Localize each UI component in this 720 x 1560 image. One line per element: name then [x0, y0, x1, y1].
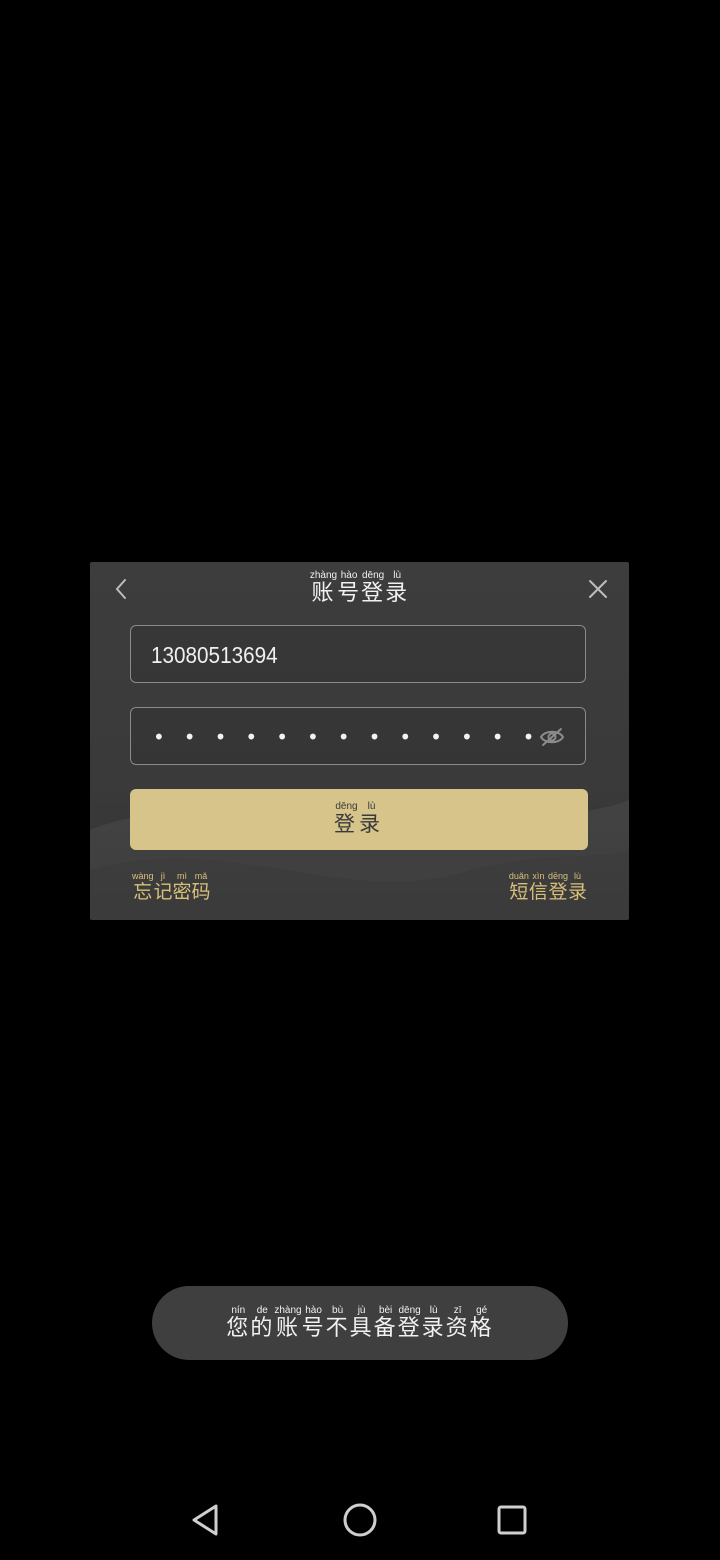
- pinyin-annotation: jù: [349, 1304, 374, 1316]
- ruby-char: 录lù: [421, 1304, 446, 1341]
- eye-off-icon[interactable]: [539, 725, 565, 749]
- pinyin-annotation: mǎ: [191, 871, 211, 881]
- circle-home-icon[interactable]: [340, 1500, 380, 1540]
- ruby-char: 登dēng: [547, 871, 568, 904]
- pinyin-annotation: jì: [153, 871, 173, 881]
- ruby-char: 账zhàng: [309, 570, 338, 607]
- ruby-char: 号hào: [337, 570, 362, 607]
- ruby-char: 格gé: [469, 1304, 494, 1341]
- pinyin-annotation: gé: [469, 1304, 494, 1316]
- sms-login-link[interactable]: 短duǎn信xìn登dēng录lù: [509, 872, 587, 904]
- pinyin-annotation: hào: [301, 1304, 326, 1316]
- ruby-char: 账zhàng: [274, 1304, 302, 1341]
- ruby-char: 的de: [250, 1304, 275, 1341]
- pinyin-annotation: xìn: [528, 871, 548, 881]
- pinyin-annotation: lù: [359, 801, 384, 812]
- ruby-char: 忘wàng: [132, 871, 154, 904]
- ruby-char: 号hào: [301, 1304, 326, 1341]
- forgot-password-link[interactable]: 忘wàng记jì密mì码mǎ: [132, 872, 211, 904]
- ruby-char: 短duǎn: [508, 871, 529, 904]
- pinyin-annotation: de: [250, 1304, 275, 1316]
- pinyin-annotation: duǎn: [508, 871, 529, 881]
- login-dialog: 账zhàng号hào登dēng录lù 13080513694 •••••••••…: [90, 562, 629, 920]
- triangle-back-icon[interactable]: [186, 1500, 226, 1540]
- square-recent-icon[interactable]: [492, 1500, 532, 1540]
- forgot-password-label: 忘wàng记jì密mì码mǎ: [132, 871, 211, 904]
- ruby-char: 不bù: [325, 1304, 350, 1341]
- ruby-char: 记jì: [153, 871, 173, 904]
- ruby-char: 密mì: [172, 871, 192, 904]
- ruby-char: 登dēng: [334, 801, 359, 837]
- ruby-char: 具jù: [349, 1304, 374, 1341]
- pinyin-annotation: hào: [337, 570, 362, 581]
- title-ruby: 账zhàng号hào登dēng录lù: [309, 570, 410, 607]
- toast-text: 您nín的de账zhàng号hào不bù具jù备bèi登dēng录lù资zī格g…: [226, 1305, 493, 1342]
- pinyin-annotation: dēng: [361, 570, 386, 581]
- pinyin-annotation: dēng: [334, 801, 359, 812]
- ruby-char: 登dēng: [397, 1304, 422, 1341]
- phone-field[interactable]: 13080513694: [130, 625, 586, 683]
- pinyin-annotation: zī: [445, 1304, 470, 1316]
- ruby-char: 您nín: [226, 1304, 251, 1341]
- close-icon: [589, 580, 607, 598]
- ruby-char: 码mǎ: [191, 871, 211, 904]
- pinyin-annotation: lù: [385, 570, 410, 581]
- system-navigation-bar: [0, 1480, 720, 1560]
- pinyin-annotation: lù: [567, 871, 587, 881]
- login-button[interactable]: 登dēng录lù: [130, 789, 588, 850]
- pinyin-annotation: dēng: [547, 871, 568, 881]
- ruby-char: 信xìn: [528, 871, 548, 904]
- pinyin-annotation: zhàng: [309, 570, 338, 581]
- pinyin-annotation: bèi: [373, 1304, 398, 1316]
- ruby-char: 资zī: [445, 1304, 470, 1341]
- pinyin-annotation: nín: [226, 1304, 251, 1316]
- login-button-label: 登dēng录lù: [334, 801, 384, 838]
- ruby-char: 登dēng: [361, 570, 386, 607]
- close-button[interactable]: [585, 576, 611, 602]
- password-field[interactable]: •••••••••••••: [130, 707, 586, 765]
- phone-value: 13080513694: [151, 642, 278, 668]
- password-mask: •••••••••••••: [153, 725, 533, 749]
- pinyin-annotation: lù: [421, 1304, 446, 1316]
- pinyin-annotation: bù: [325, 1304, 350, 1316]
- pinyin-annotation: dēng: [397, 1304, 422, 1316]
- pinyin-annotation: zhàng: [274, 1304, 302, 1316]
- ruby-char: 录lù: [385, 570, 410, 607]
- pinyin-annotation: wàng: [132, 871, 154, 881]
- ruby-char: 录lù: [567, 871, 587, 904]
- toast-message: 您nín的de账zhàng号hào不bù具jù备bèi登dēng录lù资zī格g…: [152, 1286, 568, 1360]
- ruby-char: 录lù: [359, 801, 384, 837]
- ruby-char: 备bèi: [373, 1304, 398, 1341]
- sms-login-label: 短duǎn信xìn登dēng录lù: [508, 871, 587, 904]
- pinyin-annotation: mì: [172, 871, 192, 881]
- dialog-title: 账zhàng号hào登dēng录lù: [90, 570, 629, 607]
